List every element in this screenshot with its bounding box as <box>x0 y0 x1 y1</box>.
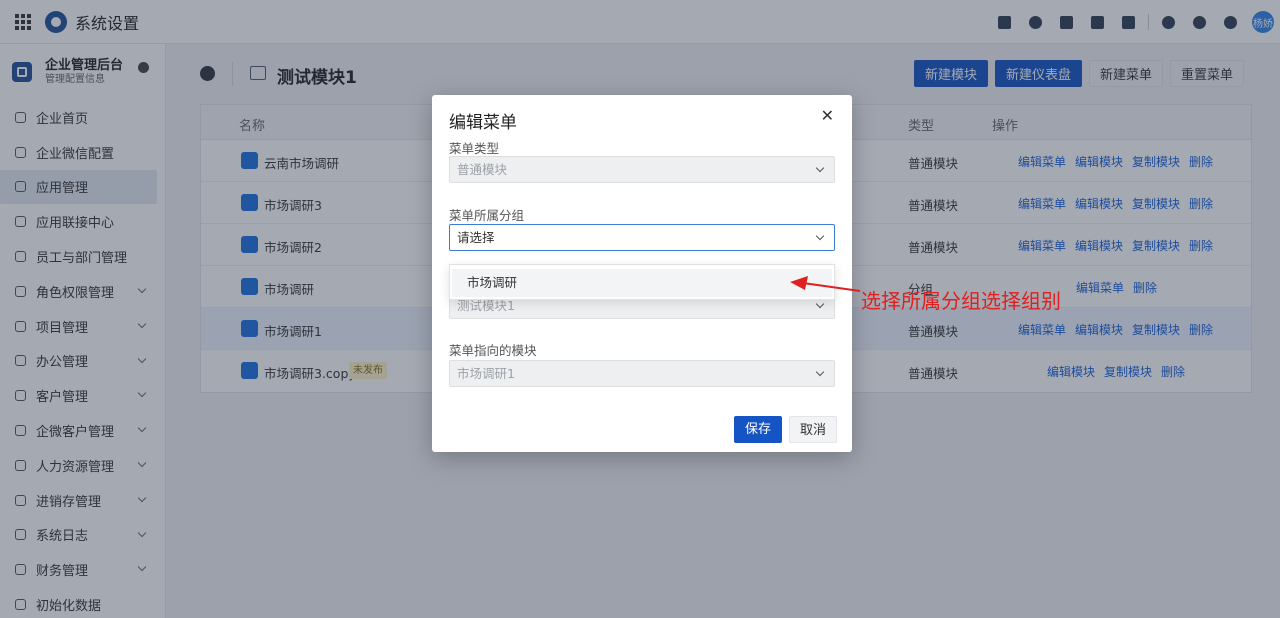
annotation-arrow <box>790 276 861 292</box>
annotation-arrow-head <box>790 276 808 290</box>
annotation-arrow-line <box>802 282 861 292</box>
annotation-text: 选择所属分组选择组别 <box>861 289 1061 313</box>
